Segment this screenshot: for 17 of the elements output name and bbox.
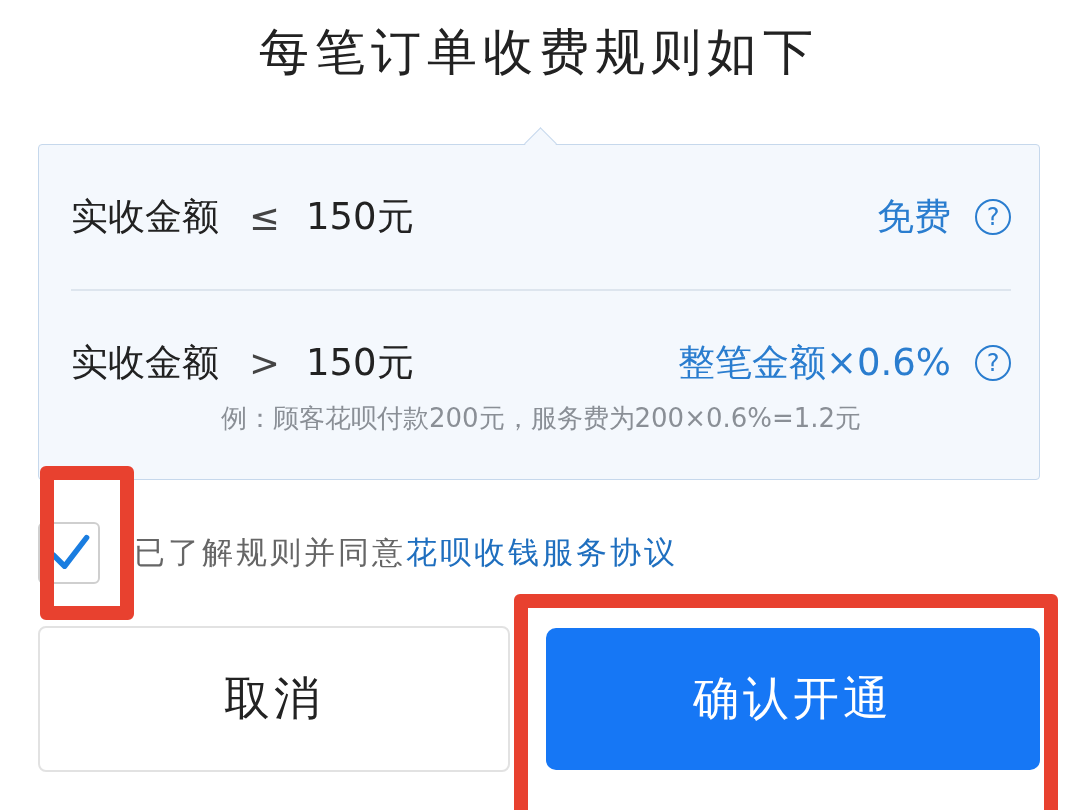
agreement-link[interactable]: 花呗收钱服务协议: [406, 532, 678, 574]
dialog-title: 每笔订单收费规则如下: [258, 22, 820, 83]
agree-checkbox[interactable]: [38, 522, 100, 584]
rule-operator: ≤: [249, 195, 280, 239]
help-icon[interactable]: ?: [975, 345, 1011, 381]
cancel-button[interactable]: 取消: [38, 626, 510, 772]
rule-condition: 实收金额: [71, 194, 219, 240]
rule-fee: 整笔金额×0.6%: [678, 340, 951, 386]
example-text: 例：顾客花呗付款200元，服务费为200×0.6%=1.2元: [219, 402, 863, 435]
rule-operator: >: [249, 341, 280, 385]
rule-amount: 150元: [306, 340, 414, 386]
confirm-button[interactable]: 确认开通: [546, 628, 1040, 770]
help-icon[interactable]: ?: [975, 199, 1011, 235]
agreement-text: 已了解规则并同意: [134, 533, 406, 572]
rule-fee: 免费: [877, 194, 951, 240]
rule-amount: 150元: [306, 194, 414, 240]
rule-condition: 实收金额: [71, 340, 219, 386]
